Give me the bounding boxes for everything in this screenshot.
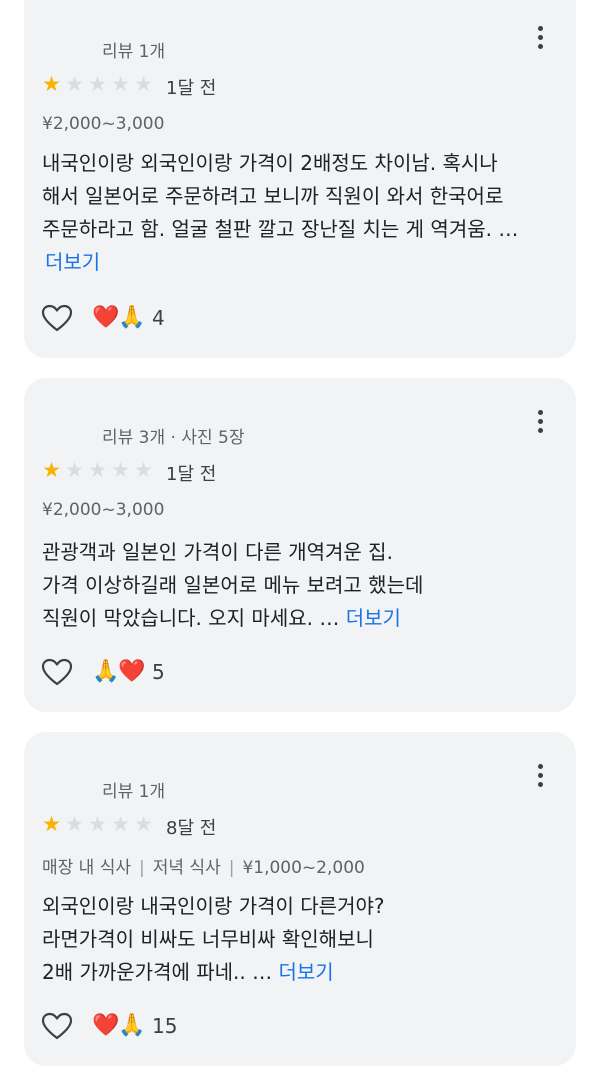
more-options-icon[interactable] (534, 410, 546, 436)
folded-hands-emoji-icon: 🙏 (118, 305, 146, 330)
reviewer-meta[interactable]: 리뷰 1개 (102, 777, 165, 802)
dining-type-tag: 매장 내 식사 (42, 858, 132, 878)
star-rating: ★ ★ ★ ★ ★ (40, 813, 155, 835)
price-range: ¥2,000~3,000 (42, 500, 165, 520)
reaction-count: 4 (152, 306, 165, 330)
price-range: ¥2,000~3,000 (42, 114, 165, 134)
review-line: 해서 일본어로 주문하려고 보니까 직원이 와서 한국어로 (42, 184, 504, 208)
more-options-icon[interactable] (534, 26, 546, 52)
review-card: 리뷰 3개 · 사진 5장 ★ ★ ★ ★ ★ 1달 전 ¥2,000~3,00… (24, 378, 576, 712)
review-date: 1달 전 (166, 78, 217, 99)
reviewer-meta[interactable]: 리뷰 1개 (102, 37, 165, 62)
star-icon: ★ (134, 812, 153, 836)
reaction-emojis[interactable]: ❤️ 🙏 15 (92, 1011, 177, 1041)
star-rating: ★ ★ ★ ★ ★ (40, 73, 155, 95)
star-icon: ★ (88, 458, 107, 482)
price-range: ¥1,000~2,000 (242, 858, 365, 878)
reaction-bar: ❤️ 🙏 15 (40, 1009, 177, 1043)
like-heart-icon[interactable] (40, 301, 74, 335)
visit-details: 매장 내 식사 | 저녁 식사 | ¥1,000~2,000 (42, 853, 365, 878)
heart-emoji-icon: ❤️ (92, 305, 120, 330)
heart-emoji-icon: ❤️ (92, 1013, 120, 1038)
heart-emoji-icon: ❤️ (118, 659, 146, 684)
star-icon: ★ (134, 72, 153, 96)
star-icon: ★ (65, 458, 84, 482)
read-more-link[interactable]: 더보기 (346, 606, 401, 630)
star-icon: ★ (111, 812, 130, 836)
review-line: 2배 가까운가격에 파네.. … (42, 960, 273, 984)
review-line: 외국인이랑 내국인이랑 가격이 다른거야? (42, 894, 385, 918)
star-rating: ★ ★ ★ ★ ★ (40, 459, 155, 481)
meal-type-tag: 저녁 식사 (152, 858, 221, 878)
reviewer-meta[interactable]: 리뷰 3개 · 사진 5장 (102, 423, 245, 448)
star-icon: ★ (65, 72, 84, 96)
star-icon: ★ (42, 812, 61, 836)
review-card: 리뷰 1개 ★ ★ ★ ★ ★ 8달 전 매장 내 식사 | 저녁 식사 | ¥1,00… (24, 732, 576, 1066)
more-options-icon[interactable] (534, 764, 546, 790)
review-line: 관광객과 일본인 가격이 다른 개역겨운 집. (42, 540, 393, 564)
like-heart-icon[interactable] (40, 1009, 74, 1043)
separator: | (228, 858, 235, 878)
star-icon: ★ (42, 458, 61, 482)
star-icon: ★ (42, 72, 61, 96)
review-date: 1달 전 (166, 464, 217, 485)
folded-hands-emoji-icon: 🙏 (118, 1013, 146, 1038)
separator: | (139, 858, 145, 878)
reaction-emojis[interactable]: ❤️ 🙏 4 (92, 303, 165, 333)
like-heart-icon[interactable] (40, 655, 74, 689)
review-text: 외국인이랑 내국인이랑 가격이 다른거야? 라면가격이 비싸도 너무비싸 확인해… (42, 890, 562, 989)
star-icon: ★ (88, 72, 107, 96)
star-icon: ★ (111, 458, 130, 482)
star-icon: ★ (134, 458, 153, 482)
review-line: 직원이 막았습니다. 오지 마세요. … (42, 606, 340, 630)
review-date: 8달 전 (166, 818, 217, 839)
review-text: 관광객과 일본인 가격이 다른 개역겨운 집. 가격 이상하길래 일본어로 메뉴… (42, 536, 562, 635)
review-line: 주문하라고 함. 얼굴 철판 깔고 장난질 치는 게 역겨움. … (42, 217, 519, 241)
read-more-link[interactable]: 더보기 (278, 960, 333, 984)
review-line: 내국인이랑 외국인이랑 가격이 2배정도 차이남. 혹시나 (42, 151, 498, 175)
reaction-count: 15 (152, 1014, 178, 1038)
reaction-bar: ❤️ 🙏 4 (40, 301, 165, 335)
star-icon: ★ (65, 812, 84, 836)
review-card: 리뷰 1개 ★ ★ ★ ★ ★ 1달 전 ¥2,000~3,000 내국인이랑 … (24, 0, 576, 358)
read-more-link[interactable]: 더보기 (45, 250, 100, 274)
reaction-emojis[interactable]: 🙏 ❤️ 5 (92, 657, 165, 687)
reaction-bar: 🙏 ❤️ 5 (40, 655, 165, 689)
star-icon: ★ (111, 72, 130, 96)
star-icon: ★ (88, 812, 107, 836)
review-text: 내국인이랑 외국인이랑 가격이 2배정도 차이남. 혹시나 해서 일본어로 주문… (42, 147, 562, 279)
folded-hands-emoji-icon: 🙏 (92, 659, 120, 684)
review-line: 라면가격이 비싸도 너무비싸 확인해보니 (42, 927, 374, 951)
reaction-count: 5 (152, 660, 165, 684)
review-line: 가격 이상하길래 일본어로 메뉴 보려고 했는데 (42, 573, 424, 597)
